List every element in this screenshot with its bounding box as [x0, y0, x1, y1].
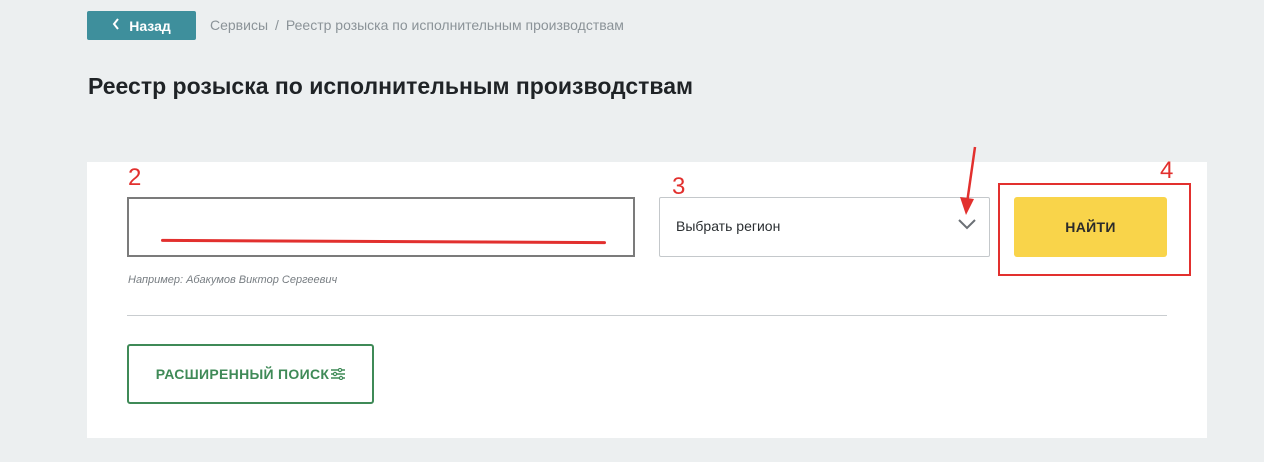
region-select[interactable]: Выбрать регион — [659, 197, 990, 257]
region-select-value: Выбрать регион — [676, 218, 781, 234]
annotation-number-3: 3 — [672, 173, 686, 200]
chevron-left-icon — [112, 18, 120, 33]
back-button-label: Назад — [129, 17, 171, 34]
advanced-search-label: РАСШИРЕННЫЙ ПОИСК — [155, 366, 330, 382]
breadcrumb-services[interactable]: Сервисы — [210, 17, 268, 33]
fullname-search-input[interactable] — [127, 197, 635, 257]
search-button[interactable]: НАЙТИ — [1014, 197, 1167, 257]
back-button[interactable]: Назад — [87, 11, 196, 40]
annotation-number-4: 4 — [1160, 157, 1174, 184]
chevron-down-icon — [957, 217, 977, 236]
advanced-search-button[interactable]: РАСШИРЕННЫЙ ПОИСК — [127, 344, 374, 404]
divider — [127, 315, 1167, 316]
breadcrumb: Сервисы / Реестр розыска по исполнительным… — [210, 17, 624, 33]
breadcrumb-current: Реестр розыска по исполнительным произво… — [285, 17, 624, 33]
breadcrumb-separator: / — [275, 17, 279, 33]
input-hint: Например: Абакумов Виктор Сергеевич — [128, 274, 338, 286]
filter-sliders-icon — [331, 368, 346, 380]
page-title: Реестр розыска по исполнительным произво… — [88, 73, 694, 99]
annotation-number-2: 2 — [128, 164, 142, 191]
